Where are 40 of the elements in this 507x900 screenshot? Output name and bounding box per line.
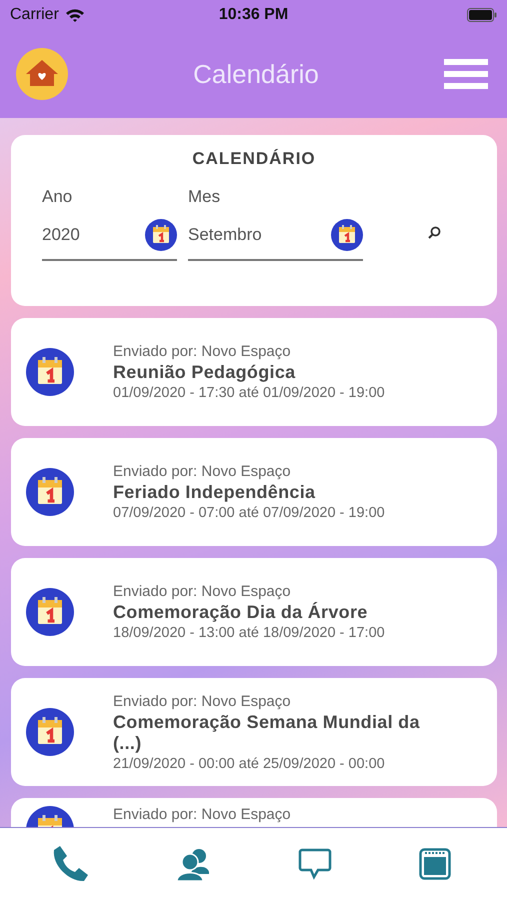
calendar-icon (331, 219, 363, 251)
calendar-icon (26, 588, 74, 636)
sender-label: Enviado por: Novo Espaço (113, 692, 292, 710)
date-field[interactable]: 2020 (42, 219, 177, 261)
house-logo-icon (16, 48, 68, 100)
menu-button[interactable] (444, 58, 488, 90)
sender-label: Enviado por: Novo Espaço (113, 806, 291, 823)
calendar-icon[interactable] (419, 848, 452, 880)
event-title: Comemoração Semana Mundial da (...) (113, 712, 421, 754)
sender-label: Enviado por: Novo Espaço (113, 343, 292, 360)
event-period: 21/09/2020 - 00:00 até 25/09/2020 - 00:00 (113, 756, 386, 772)
calendar-icon (145, 219, 177, 251)
event-card[interactable]: Enviado por: Novo Espaço Feriado Independência 07/09/2020 - 07:00 até 07/09/2020 - 19:00 (11, 438, 497, 546)
page-title: Calendário (193, 58, 319, 90)
battery-icon (467, 8, 497, 22)
event-title: Reunião Pedagógica (113, 362, 296, 383)
field-label: Mes (188, 187, 222, 207)
field-label: Ano (42, 187, 74, 207)
carrier-label: Carrier (10, 6, 59, 24)
event-title: Comemoração Dia da Árvore (113, 602, 369, 623)
calendar-icon (26, 468, 74, 516)
sender-label: Enviado por: Novo Espaço (113, 463, 292, 480)
calendar-icon (26, 708, 74, 756)
people-icon[interactable] (176, 846, 211, 882)
clock-time: 10:36 PM (218, 6, 288, 24)
event-card[interactable]: Enviado por: Novo Espaço (11, 798, 497, 827)
wifi-icon (64, 8, 85, 22)
event-title: Feriado Independência (113, 482, 316, 503)
date-field[interactable]: Setembro (188, 219, 363, 261)
event-period: 18/09/2020 - 13:00 até 18/09/2020 - 17:00 (113, 625, 385, 641)
calendar-icon (26, 348, 74, 396)
event-period: 01/09/2020 - 17:30 até 01/09/2020 - 19:00 (113, 385, 385, 401)
sender-label: Enviado por: Novo Espaço (113, 583, 292, 600)
chat-bubble-icon[interactable] (298, 848, 332, 880)
card-title: CALENDÁRIO (191, 149, 317, 169)
event-card[interactable]: Enviado por: Novo Espaço Reunião Pedagógica 01/09/2020 - 17:30 até 01/09/2020 - 19:00 (11, 318, 497, 426)
search-button[interactable] (428, 226, 441, 239)
event-period: 07/09/2020 - 07:00 até 07/09/2020 - 19:00 (113, 505, 385, 521)
event-card[interactable]: Enviado por: Novo Espaço Comemoração Semana Mundial da (...) 21/09/2020 - 00:00 até 25/09/2020 - 00:00 (11, 678, 497, 786)
event-card[interactable]: Enviado por: Novo Espaço Comemoração Dia da Árvore 18/09/2020 - 13:00 até 18/09/2020 - 17:00 (11, 558, 497, 666)
